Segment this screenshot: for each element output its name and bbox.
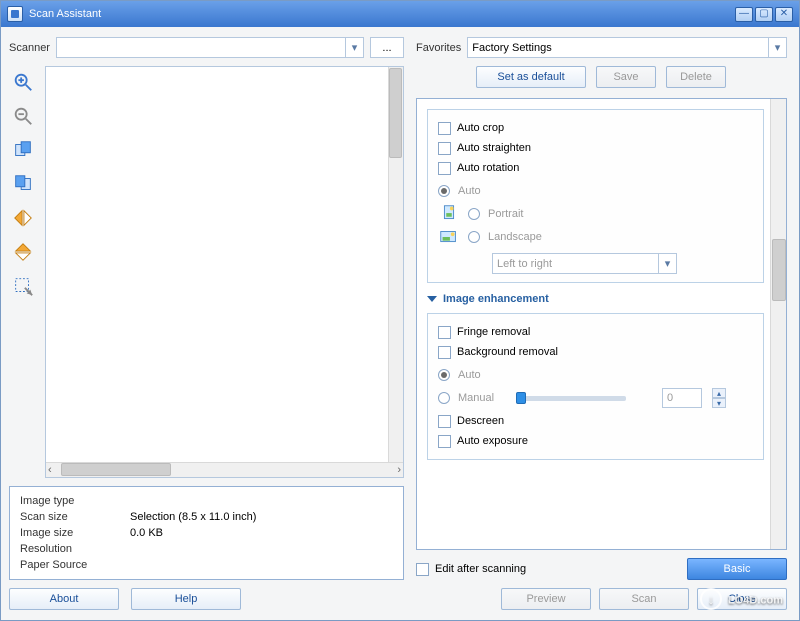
scanner-combobox[interactable]: ▾ — [56, 37, 364, 58]
favorites-label: Favorites — [416, 42, 461, 54]
enhancement-group: Fringe removal Background removal Auto M… — [427, 313, 764, 460]
title-bar[interactable]: Scan Assistant — ▢ ✕ — [1, 1, 799, 27]
rotation-direction-value: Left to right — [497, 258, 552, 270]
image-size-label: Image size — [20, 527, 130, 539]
scan-size-label: Scan size — [20, 511, 130, 523]
set-default-button[interactable]: Set as default — [476, 66, 586, 88]
descreen-checkbox[interactable]: Descreen — [438, 411, 753, 431]
preview-button[interactable]: Preview — [501, 588, 591, 610]
rotation-direction-combobox[interactable]: Left to right ▾ — [492, 253, 677, 274]
close-window-button[interactable]: ✕ — [775, 7, 793, 22]
maximize-button[interactable]: ▢ — [755, 7, 773, 22]
rotation-portrait-radio: Portrait — [438, 204, 753, 224]
chevron-down-icon[interactable]: ▾ — [768, 38, 786, 57]
zoom-in-icon[interactable] — [9, 68, 37, 96]
auto-crop-checkbox[interactable]: Auto crop — [438, 118, 753, 138]
about-button[interactable]: About — [9, 588, 119, 610]
image-type-label: Image type — [20, 495, 130, 507]
scan-button[interactable]: Scan — [599, 588, 689, 610]
settings-panel: Auto crop Auto straighten Auto rotation … — [416, 98, 787, 550]
app-window: Scan Assistant — ▢ ✕ Scanner ▾ ... — [0, 0, 800, 621]
background-manual-slider[interactable] — [516, 396, 626, 401]
settings-scrollbar[interactable] — [770, 99, 786, 549]
help-button[interactable]: Help — [131, 588, 241, 610]
background-auto-radio: Auto — [438, 365, 753, 385]
left-pane: Scanner ▾ ... — [9, 37, 404, 610]
delete-button[interactable]: Delete — [666, 66, 726, 88]
preview-area[interactable]: ‹› — [45, 66, 404, 478]
save-button[interactable]: Save — [596, 66, 656, 88]
image-size-value: 0.0 KB — [130, 527, 163, 539]
preview-toolbar — [9, 66, 39, 478]
rotate-left-icon[interactable] — [9, 136, 37, 164]
image-enhancement-header[interactable]: Image enhancement — [427, 293, 764, 305]
resolution-label: Resolution — [20, 543, 130, 555]
rotate-right-icon[interactable] — [9, 170, 37, 198]
scanner-label: Scanner — [9, 42, 50, 54]
auto-rotation-checkbox[interactable]: Auto rotation — [438, 158, 753, 178]
background-manual-spinner[interactable]: 0 — [662, 388, 702, 408]
edit-after-scanning-checkbox[interactable]: Edit after scanning — [416, 559, 526, 579]
background-removal-checkbox[interactable]: Background removal — [438, 342, 753, 362]
mirror-horizontal-icon[interactable] — [9, 204, 37, 232]
rotation-landscape-radio: Landscape — [438, 227, 753, 247]
rotation-auto-radio: Auto — [438, 181, 753, 201]
basic-button[interactable]: Basic — [687, 558, 787, 580]
close-button[interactable]: Close — [697, 588, 787, 610]
background-manual-radio: Manual 0 ▴▾ — [438, 388, 753, 408]
app-icon — [7, 6, 23, 22]
favorites-value: Factory Settings — [472, 42, 551, 54]
mirror-vertical-icon[interactable] — [9, 238, 37, 266]
fringe-removal-checkbox[interactable]: Fringe removal — [438, 322, 753, 342]
favorites-combobox[interactable]: Factory Settings ▾ — [467, 37, 787, 58]
scanner-browse-button[interactable]: ... — [370, 37, 404, 58]
preview-vertical-scrollbar[interactable] — [388, 67, 403, 462]
chevron-down-icon[interactable]: ▾ — [658, 254, 676, 273]
scan-size-value: Selection (8.5 x 11.0 inch) — [130, 511, 256, 523]
window-body: Scanner ▾ ... — [1, 27, 799, 620]
portrait-icon — [438, 203, 460, 225]
window-title: Scan Assistant — [29, 8, 733, 20]
auto-group: Auto crop Auto straighten Auto rotation … — [427, 109, 764, 283]
crop-select-icon[interactable] — [9, 272, 37, 300]
minimize-button[interactable]: — — [735, 7, 753, 22]
zoom-out-icon[interactable] — [9, 102, 37, 130]
info-panel: Image type Scan sizeSelection (8.5 x 11.… — [9, 486, 404, 580]
chevron-down-icon[interactable]: ▾ — [345, 38, 363, 57]
auto-straighten-checkbox[interactable]: Auto straighten — [438, 138, 753, 158]
spinner-buttons[interactable]: ▴▾ — [712, 388, 726, 408]
right-pane: Favorites Factory Settings ▾ Set as defa… — [416, 37, 787, 610]
collapse-triangle-icon — [427, 296, 437, 302]
landscape-icon — [438, 226, 460, 248]
auto-exposure-checkbox[interactable]: Auto exposure — [438, 431, 753, 451]
paper-source-label: Paper Source — [20, 559, 130, 571]
